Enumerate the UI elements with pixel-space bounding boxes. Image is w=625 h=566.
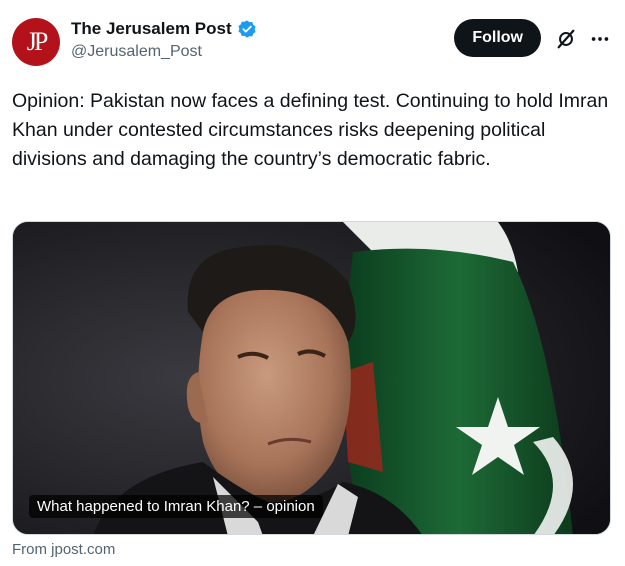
name-row: The Jerusalem Post — [71, 19, 257, 39]
tweet-header: JP The Jerusalem Post @Jerusalem_Post Fo… — [12, 14, 613, 68]
verified-badge-icon — [238, 20, 256, 38]
avatar-logo-text: JP — [26, 27, 49, 56]
grok-icon[interactable] — [555, 28, 577, 50]
article-photo — [13, 222, 610, 534]
account-name[interactable]: The Jerusalem Post — [71, 19, 232, 39]
account-handle[interactable]: @Jerusalem_Post — [71, 43, 257, 61]
more-icon[interactable] — [589, 28, 611, 50]
account-names: The Jerusalem Post @Jerusalem_Post — [71, 19, 257, 61]
card-source[interactable]: From jpost.com — [12, 541, 115, 558]
avatar[interactable]: JP — [12, 18, 60, 66]
card-caption: What happened to Imran Khan? – opinion — [29, 495, 323, 518]
follow-button[interactable]: Follow — [454, 19, 541, 57]
tweet-text: Opinion: Pakistan now faces a defining t… — [12, 90, 609, 170]
link-card[interactable]: What happened to Imran Khan? – opinion — [12, 221, 611, 535]
